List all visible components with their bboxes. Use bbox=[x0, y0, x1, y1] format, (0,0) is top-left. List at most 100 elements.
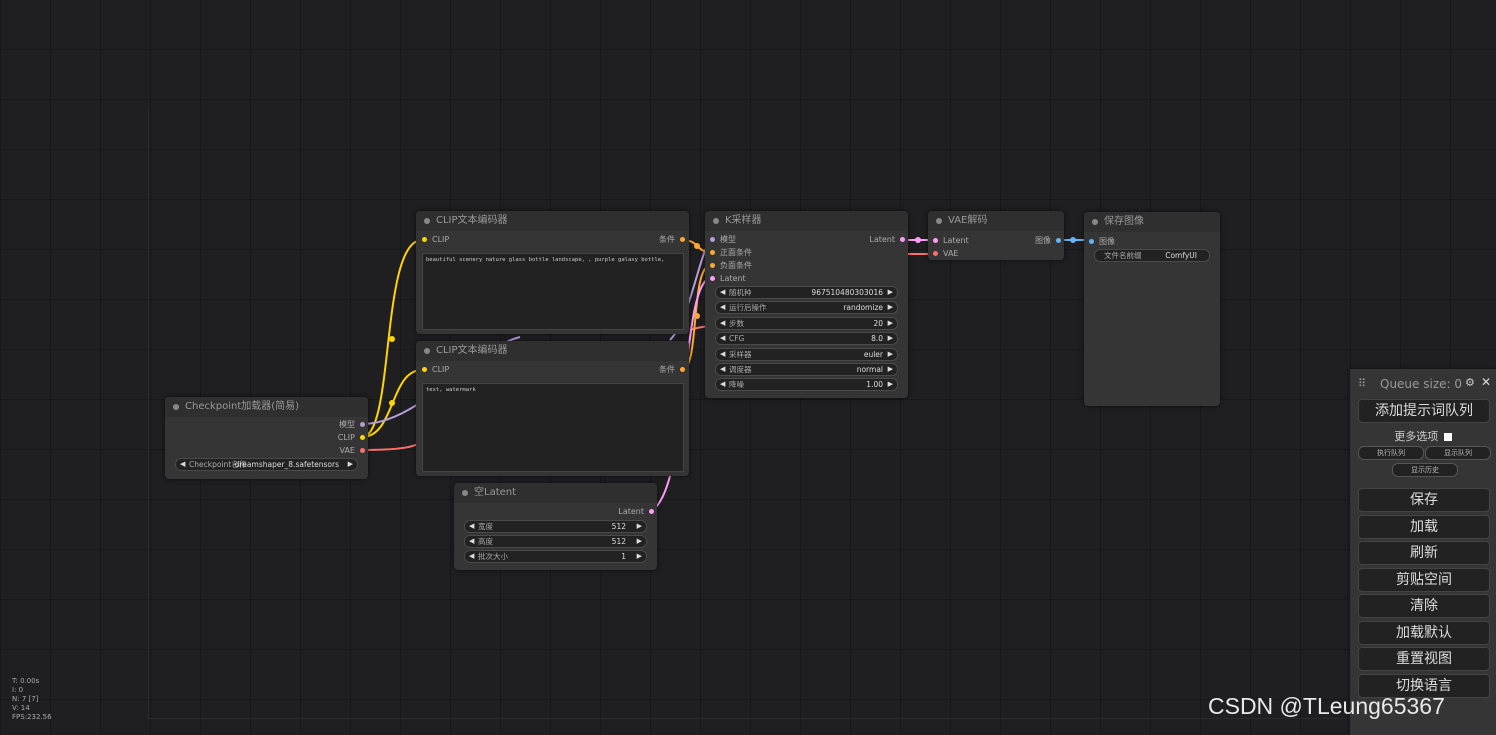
queue-panel: ⠿ Queue size: 0 ⚙ ✕ 添加提示词队列 更多选项 执行队列 显示… bbox=[1350, 369, 1496, 735]
output-slot-vae[interactable]: VAE bbox=[340, 446, 365, 456]
node-title-text: 空Latent bbox=[474, 487, 517, 498]
collapse-dot-icon[interactable] bbox=[713, 218, 719, 224]
input-slot-latent[interactable]: Latent bbox=[931, 236, 969, 246]
node-clip-text-encode-positive[interactable]: CLIP文本编码器 CLIP 条件 beautiful scenery natu… bbox=[416, 211, 689, 334]
reset-view-button[interactable]: 重置视图 bbox=[1358, 647, 1490, 671]
slot-dot-icon bbox=[1056, 238, 1061, 243]
node-save-image[interactable]: 保存图像 图像 文件名前缀 ComfyUI bbox=[1084, 212, 1220, 406]
output-slot-conditioning[interactable]: 条件 bbox=[659, 365, 685, 375]
prompt-textarea[interactable]: beautiful scenery nature glass bottle la… bbox=[422, 253, 684, 330]
slot-label: 图像 bbox=[1035, 236, 1051, 245]
decrement-arrow-icon[interactable]: ◀ bbox=[469, 551, 474, 562]
decrement-arrow-icon[interactable]: ◀ bbox=[180, 459, 185, 470]
collapse-dot-icon[interactable] bbox=[424, 218, 430, 224]
decrement-arrow-icon[interactable]: ◀ bbox=[720, 349, 725, 360]
node-title[interactable]: CLIP文本编码器 bbox=[416, 211, 689, 231]
widget-checkpoint-name[interactable]: ◀ Checkpoint名称 dreamshaper_8.safetensors… bbox=[175, 458, 358, 471]
widget-cfg[interactable]: ◀ CFG 8.0 ▶ bbox=[715, 332, 898, 345]
collapse-dot-icon[interactable] bbox=[173, 404, 179, 410]
more-options-checkbox[interactable] bbox=[1443, 433, 1452, 441]
node-title[interactable]: VAE解码 bbox=[928, 211, 1064, 231]
increment-arrow-icon[interactable]: ▶ bbox=[637, 551, 642, 562]
input-slot-clip[interactable]: CLIP bbox=[420, 235, 449, 245]
widget-sampler[interactable]: ◀ 采样器 euler ▶ bbox=[715, 348, 898, 361]
collapse-dot-icon[interactable] bbox=[424, 348, 430, 354]
node-vae-decode[interactable]: VAE解码 Latent VAE 图像 bbox=[928, 211, 1064, 260]
decrement-arrow-icon[interactable]: ◀ bbox=[469, 536, 474, 547]
input-slot-image[interactable]: 图像 bbox=[1087, 237, 1115, 247]
node-title[interactable]: Checkpoint加载器(简易) bbox=[165, 397, 368, 417]
output-slot-model[interactable]: 模型 bbox=[339, 420, 365, 430]
increment-arrow-icon[interactable]: ▶ bbox=[888, 333, 893, 344]
decrement-arrow-icon[interactable]: ◀ bbox=[469, 521, 474, 532]
widget-steps[interactable]: ◀ 步数 20 ▶ bbox=[715, 317, 898, 330]
node-checkpoint-loader[interactable]: Checkpoint加载器(简易) 模型 CLIP VAE ◀ Checkpoi… bbox=[165, 397, 368, 479]
decrement-arrow-icon[interactable]: ◀ bbox=[720, 364, 725, 375]
output-slot-latent[interactable]: Latent bbox=[618, 507, 654, 517]
increment-arrow-icon[interactable]: ▶ bbox=[348, 459, 353, 470]
refresh-button[interactable]: 刷新 bbox=[1358, 541, 1490, 565]
run-queue-button[interactable]: 执行队列 bbox=[1358, 446, 1424, 460]
decrement-arrow-icon[interactable]: ◀ bbox=[720, 379, 725, 390]
increment-arrow-icon[interactable]: ▶ bbox=[888, 302, 893, 313]
widget-width[interactable]: ◀ 宽度 512 ▶ bbox=[464, 520, 647, 533]
save-button[interactable]: 保存 bbox=[1358, 488, 1490, 512]
output-slot-image[interactable]: 图像 bbox=[1035, 236, 1061, 246]
widget-control-after-generate[interactable]: ◀ 运行后操作 randomize ▶ bbox=[715, 301, 898, 314]
widget-batch-size[interactable]: ◀ 批次大小 1 ▶ bbox=[464, 550, 647, 563]
increment-arrow-icon[interactable]: ▶ bbox=[888, 379, 893, 390]
widget-scheduler[interactable]: ◀ 调度器 normal ▶ bbox=[715, 363, 898, 376]
widget-label: 文件名前缀 bbox=[1104, 251, 1142, 260]
clear-button[interactable]: 清除 bbox=[1358, 594, 1490, 618]
node-title[interactable]: 保存图像 bbox=[1084, 212, 1220, 232]
node-title[interactable]: CLIP文本编码器 bbox=[416, 341, 689, 361]
node-title-text: CLIP文本编码器 bbox=[436, 215, 508, 226]
prompt-textarea[interactable]: text, watermark bbox=[422, 383, 684, 472]
increment-arrow-icon[interactable]: ▶ bbox=[888, 287, 893, 298]
widget-seed[interactable]: ◀ 随机种 967510480303016 ▶ bbox=[715, 286, 898, 299]
output-slot-conditioning[interactable]: 条件 bbox=[659, 235, 685, 245]
input-slot-model[interactable]: 模型 bbox=[708, 235, 736, 245]
close-icon[interactable]: ✕ bbox=[1481, 375, 1491, 389]
node-title[interactable]: 空Latent bbox=[454, 483, 657, 503]
widget-value: dreamshaper_8.safetensors bbox=[234, 460, 339, 469]
load-default-button[interactable]: 加载默认 bbox=[1358, 621, 1490, 645]
collapse-dot-icon[interactable] bbox=[936, 218, 942, 224]
view-history-button[interactable]: 显示历史 bbox=[1392, 463, 1458, 477]
queue-prompt-button[interactable]: 添加提示词队列 bbox=[1358, 399, 1490, 423]
decrement-arrow-icon[interactable]: ◀ bbox=[720, 318, 725, 329]
widget-label: 调度器 bbox=[729, 365, 752, 374]
gear-icon[interactable]: ⚙ bbox=[1465, 376, 1475, 389]
slot-dot-icon bbox=[649, 509, 654, 514]
decrement-arrow-icon[interactable]: ◀ bbox=[720, 333, 725, 344]
slot-dot-icon bbox=[710, 276, 715, 281]
node-clip-text-encode-negative[interactable]: CLIP文本编码器 CLIP 条件 text, watermark bbox=[416, 341, 689, 476]
input-slot-vae[interactable]: VAE bbox=[931, 249, 959, 259]
drag-handle-icon[interactable]: ⠿ bbox=[1358, 377, 1366, 390]
widget-value: randomize bbox=[843, 303, 883, 312]
increment-arrow-icon[interactable]: ▶ bbox=[888, 349, 893, 360]
load-button[interactable]: 加载 bbox=[1358, 515, 1490, 539]
collapse-dot-icon[interactable] bbox=[462, 490, 468, 496]
increment-arrow-icon[interactable]: ▶ bbox=[637, 536, 642, 547]
view-queue-button[interactable]: 显示队列 bbox=[1425, 446, 1491, 460]
input-slot-latent[interactable]: Latent bbox=[708, 274, 746, 284]
widget-denoise[interactable]: ◀ 降噪 1.00 ▶ bbox=[715, 378, 898, 391]
node-title[interactable]: K采样器 bbox=[705, 211, 908, 231]
increment-arrow-icon[interactable]: ▶ bbox=[637, 521, 642, 532]
output-slot-latent[interactable]: Latent bbox=[869, 235, 905, 245]
increment-arrow-icon[interactable]: ▶ bbox=[888, 318, 893, 329]
output-slot-clip[interactable]: CLIP bbox=[338, 433, 365, 443]
input-slot-positive[interactable]: 正面条件 bbox=[708, 248, 752, 258]
node-empty-latent[interactable]: 空Latent Latent ◀ 宽度 512 ▶ ◀ 高度 512 ▶ ◀ 批… bbox=[454, 483, 657, 570]
increment-arrow-icon[interactable]: ▶ bbox=[888, 364, 893, 375]
input-slot-clip[interactable]: CLIP bbox=[420, 365, 449, 375]
input-slot-negative[interactable]: 负面条件 bbox=[708, 261, 752, 271]
collapse-dot-icon[interactable] bbox=[1092, 219, 1098, 225]
widget-filename-prefix[interactable]: 文件名前缀 ComfyUI bbox=[1094, 249, 1210, 262]
widget-height[interactable]: ◀ 高度 512 ▶ bbox=[464, 535, 647, 548]
node-ksampler[interactable]: K采样器 模型 正面条件 负面条件 Latent Latent ◀ 随机种 96… bbox=[705, 211, 908, 398]
clipspace-button[interactable]: 剪贴空间 bbox=[1358, 568, 1490, 592]
decrement-arrow-icon[interactable]: ◀ bbox=[720, 302, 725, 313]
decrement-arrow-icon[interactable]: ◀ bbox=[720, 287, 725, 298]
